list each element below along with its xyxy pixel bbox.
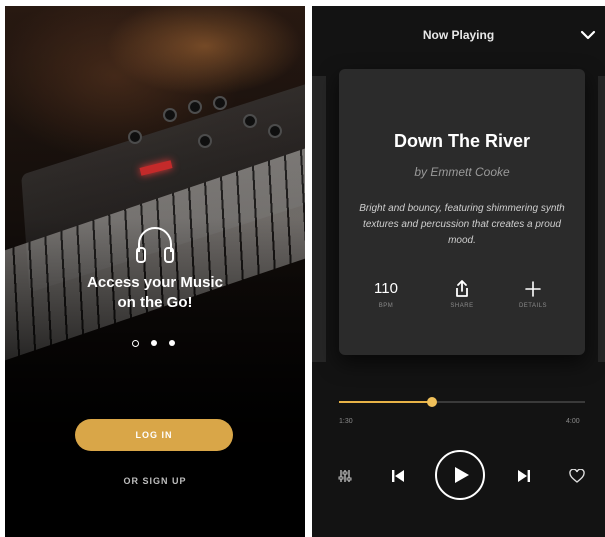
track-artist: by Emmett Cooke <box>414 165 510 179</box>
chevron-down-icon[interactable] <box>580 29 596 41</box>
details-button[interactable]: DETAILS <box>503 277 563 309</box>
track-description: Bright and bouncy, featuring shimmering … <box>359 203 565 246</box>
track-card: Down The River by Emmett Cooke Bright an… <box>339 69 585 355</box>
progress-fill <box>339 401 433 403</box>
share-button[interactable]: SHARE <box>432 277 492 309</box>
elapsed-time: 1:30 <box>339 418 353 425</box>
headline-line-2: on the Go! <box>117 294 193 311</box>
previous-icon[interactable] <box>391 469 405 483</box>
headline-line-1: Access your Music <box>87 274 223 291</box>
previous-card-peek[interactable] <box>312 76 326 362</box>
track-title: Down The River <box>393 131 531 151</box>
next-icon[interactable] <box>517 469 531 483</box>
equalizer-icon[interactable] <box>338 468 352 484</box>
bpm-label: BPM <box>378 303 394 309</box>
plus-icon <box>525 281 541 297</box>
page-dot-3[interactable] <box>169 340 175 346</box>
page-title: Now Playing <box>422 28 495 42</box>
play-button[interactable] <box>435 450 485 500</box>
now-playing-screen: Now Playing Down The River by Emmett Coo… <box>312 6 605 537</box>
bpm-value: 110 <box>374 280 398 297</box>
bpm-stat: 110 BPM <box>356 277 416 309</box>
details-label: DETAILS <box>518 303 548 309</box>
progress-slider[interactable] <box>339 397 585 407</box>
headphones-icon <box>136 227 174 263</box>
page-dot-1[interactable] <box>132 340 139 347</box>
play-icon <box>455 467 469 483</box>
total-duration: 4:00 <box>566 418 580 425</box>
onboarding-screen: Access your Music on the Go! LOG IN OR S… <box>5 6 305 537</box>
share-icon <box>456 280 468 297</box>
signup-link[interactable]: OR SIGN UP <box>5 476 305 486</box>
progress-thumb[interactable] <box>427 397 438 407</box>
page-indicator[interactable] <box>130 340 180 350</box>
page-dot-2[interactable] <box>151 340 157 346</box>
login-button[interactable]: LOG IN <box>75 419 233 451</box>
heart-icon[interactable] <box>569 469 585 483</box>
next-card-peek[interactable] <box>598 76 605 362</box>
share-label: SHARE <box>450 303 474 309</box>
